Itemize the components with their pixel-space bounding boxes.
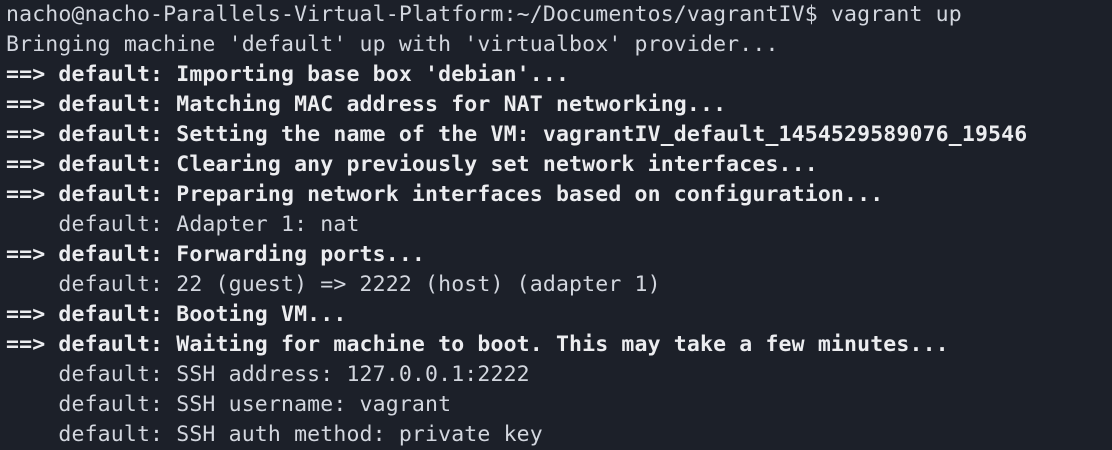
terminal-output-line: default: SSH username: vagrant: [6, 392, 452, 417]
terminal-output: Bringing machine 'default' up with 'virt…: [6, 30, 1112, 450]
terminal-output-line: default: Adapter 1: nat: [6, 212, 360, 237]
terminal-output-line: ==> default: Preparing network interface…: [6, 182, 884, 207]
terminal-output-line: default: SSH auth method: private key: [6, 422, 543, 447]
terminal-output-line: ==> default: Booting VM...: [6, 302, 347, 327]
terminal-output-line: ==> default: Importing base box 'debian'…: [6, 62, 570, 87]
terminal-output-line: default: 22 (guest) => 2222 (host) (adap…: [6, 272, 661, 297]
terminal-output-line: Bringing machine 'default' up with 'virt…: [6, 32, 779, 57]
terminal-output-line: default: SSH address: 127.0.0.1:2222: [6, 362, 530, 387]
terminal-output-line: ==> default: Clearing any previously set…: [6, 152, 818, 177]
terminal-output-line: ==> default: Setting the name of the VM:…: [6, 122, 1028, 147]
terminal-output-line: ==> default: Forwarding ports...: [6, 242, 426, 267]
terminal-prompt-line: nacho@nacho-Parallels-Virtual-Platform:~…: [6, 2, 962, 27]
terminal-output-line: ==> default: Waiting for machine to boot…: [6, 332, 949, 357]
terminal-output-line: ==> default: Matching MAC address for NA…: [6, 92, 727, 117]
terminal-window[interactable]: nacho@nacho-Parallels-Virtual-Platform:~…: [0, 0, 1112, 450]
